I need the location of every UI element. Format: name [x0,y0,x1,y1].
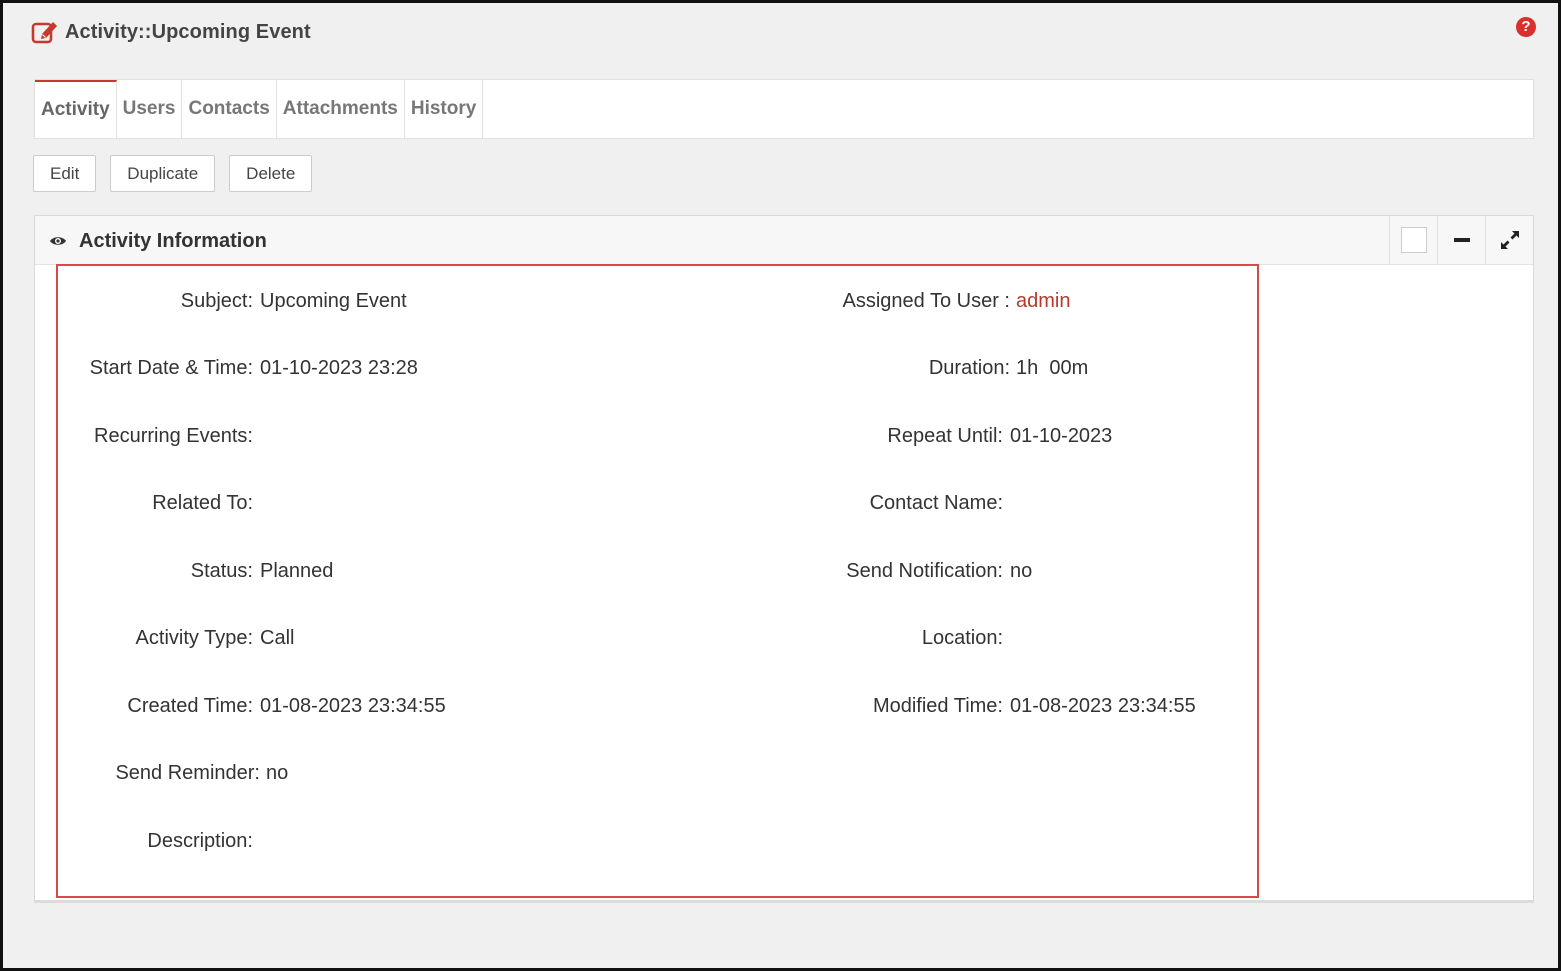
panel-title: Activity Information [49,230,267,253]
tab-activity[interactable]: Activity [35,80,117,138]
action-bar: Edit Duplicate Delete [33,155,313,192]
field-label: Created Time: [127,695,253,717]
activity-information-panel: Activity Information Subject: Upcoming E… [34,215,1534,903]
panel-title-text: Activity Information [79,230,267,252]
edit-button[interactable]: Edit [33,155,97,192]
field-label: Send Notification: [846,560,1003,582]
field-value: 1h 00m [1016,357,1089,379]
field-value: 01-10-2023 23:28 [260,357,418,379]
assigned-user-link[interactable]: admin [1016,290,1070,313]
field-label: Activity Type: [135,627,253,649]
field-value: no [1010,560,1033,582]
app-window: Activity::Upcoming Event ? Activity User… [0,0,1561,971]
page-title: Activity::Upcoming Event [65,20,311,43]
edit-icon [31,19,59,45]
field-label: Location: [921,627,1003,649]
field-label: Recurring Events: [94,425,253,447]
eye-icon [49,230,67,253]
expand-icon[interactable] [1485,216,1533,264]
field-value: Planned [260,560,334,582]
field-value: Upcoming Event [260,290,407,312]
field-label: Related To: [152,492,253,514]
field-value: 01-08-2023 23:34:55 [260,695,446,717]
field-value: no [266,762,289,784]
field-label: Assigned To User : [842,290,1011,312]
minus-icon[interactable] [1437,216,1485,264]
field-label: Start Date & Time: [89,357,253,379]
field-label: Send Reminder: [115,762,260,784]
field-label: Repeat Until: [887,425,1003,447]
field-label: Status: [190,560,253,582]
tab-contacts[interactable]: Contacts [182,80,277,138]
tab-bar: Activity Users Contacts Attachments Hist… [34,79,1534,139]
field-value: Call [260,627,295,649]
field-value: 01-08-2023 23:34:55 [1010,695,1196,717]
field-label: Contact Name: [869,492,1003,514]
panel-header: Activity Information [35,216,1533,265]
duplicate-button[interactable]: Duplicate [110,155,216,192]
field-label: Modified Time: [872,695,1003,717]
field-value: 01-10-2023 [1010,425,1113,447]
field-label: Duration: [928,357,1010,379]
tab-history[interactable]: History [405,80,484,138]
delete-button[interactable]: Delete [229,155,313,192]
tab-users[interactable]: Users [117,80,183,138]
question-circle-icon[interactable]: ? [1516,17,1536,37]
page-header: Activity::Upcoming Event [31,19,311,45]
field-label: Subject: [180,290,253,312]
panel-tools [1389,216,1533,264]
field-label: Description: [147,830,253,852]
select-checkbox[interactable] [1389,216,1437,264]
tab-attachments[interactable]: Attachments [277,80,405,138]
